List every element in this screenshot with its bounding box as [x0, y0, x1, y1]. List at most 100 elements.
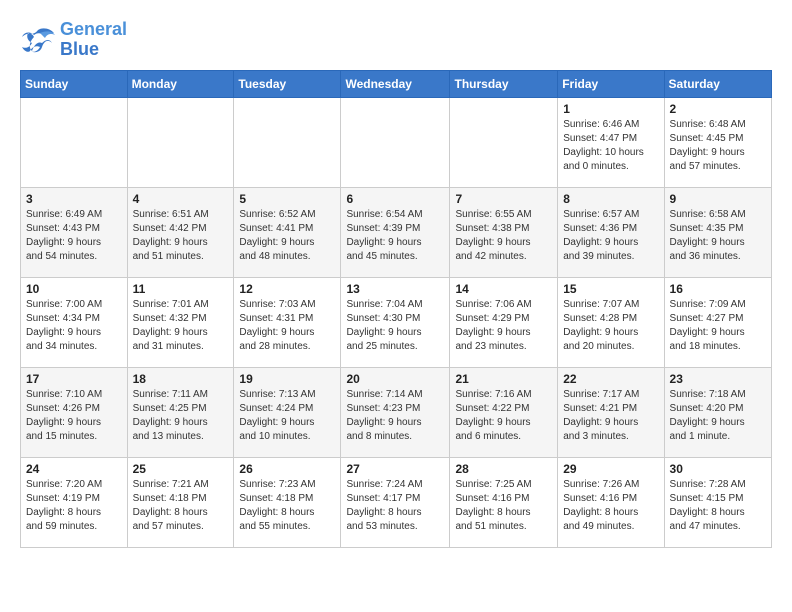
day-info: Sunrise: 6:49 AM Sunset: 4:43 PM Dayligh… — [26, 208, 122, 264]
day-info: Sunrise: 7:03 AM Sunset: 4:31 PM Dayligh… — [239, 298, 335, 354]
day-number: 10 — [26, 282, 122, 296]
calendar-cell: 11 Sunrise: 7:01 AM Sunset: 4:32 PM Dayli… — [127, 277, 234, 367]
day-number: 29 — [563, 462, 658, 476]
col-header-monday: Monday — [127, 70, 234, 97]
calendar-cell: 1 Sunrise: 6:46 AM Sunset: 4:47 PM Daylig… — [558, 97, 664, 187]
day-info: Sunrise: 6:51 AM Sunset: 4:42 PM Dayligh… — [133, 208, 229, 264]
day-number: 12 — [239, 282, 335, 296]
day-number: 24 — [26, 462, 122, 476]
logo-icon — [20, 25, 56, 55]
day-info: Sunrise: 6:55 AM Sunset: 4:38 PM Dayligh… — [455, 208, 552, 264]
day-info: Sunrise: 7:24 AM Sunset: 4:17 PM Dayligh… — [346, 478, 444, 534]
day-info: Sunrise: 6:57 AM Sunset: 4:36 PM Dayligh… — [563, 208, 658, 264]
day-number: 26 — [239, 462, 335, 476]
calendar-cell: 22Sunrise: 7:17 AM Sunset: 4:21 PM Dayli… — [558, 367, 664, 457]
col-header-friday: Friday — [558, 70, 664, 97]
calendar-cell: 26 Sunrise: 7:23 AM Sunset: 4:18 PM Dayli… — [234, 457, 341, 547]
calendar-cell: 14 Sunrise: 7:06 AM Sunset: 4:29 PM Dayli… — [450, 277, 558, 367]
day-number: 14 — [455, 282, 552, 296]
calendar-header: SundayMondayTuesdayWednesdayThursdayFrid… — [21, 70, 772, 97]
calendar-cell: 25 Sunrise: 7:21 AM Sunset: 4:18 PM Dayli… — [127, 457, 234, 547]
calendar-week-3: 10 Sunrise: 7:00 AM Sunset: 4:34 PM Dayli… — [21, 277, 772, 367]
day-info: Sunrise: 7:00 AM Sunset: 4:34 PM Dayligh… — [26, 298, 122, 354]
calendar-cell: 2 Sunrise: 6:48 AM Sunset: 4:45 PM Daylig… — [664, 97, 771, 187]
day-number: 16 — [670, 282, 766, 296]
calendar-cell: 29 Sunrise: 7:26 AM Sunset: 4:16 PM Dayli… — [558, 457, 664, 547]
day-info: Sunrise: 7:26 AM Sunset: 4:16 PM Dayligh… — [563, 478, 658, 534]
day-number: 5 — [239, 192, 335, 206]
day-info: Sunrise: 7:06 AM Sunset: 4:29 PM Dayligh… — [455, 298, 552, 354]
calendar-cell: 30 Sunrise: 7:28 AM Sunset: 4:15 PM Dayli… — [664, 457, 771, 547]
calendar-week-2: 3 Sunrise: 6:49 AM Sunset: 4:43 PM Daylig… — [21, 187, 772, 277]
day-number: 8 — [563, 192, 658, 206]
day-info: Sunrise: 7:20 AM Sunset: 4:19 PM Dayligh… — [26, 478, 122, 534]
page-header: General Blue — [20, 20, 772, 60]
day-info: Sunrise: 7:17 AM Sunset: 4:21 PM Dayligh… — [563, 388, 658, 444]
calendar-cell: 12 Sunrise: 7:03 AM Sunset: 4:31 PM Dayli… — [234, 277, 341, 367]
col-header-thursday: Thursday — [450, 70, 558, 97]
calendar-cell: 3 Sunrise: 6:49 AM Sunset: 4:43 PM Daylig… — [21, 187, 128, 277]
calendar-cell: 24 Sunrise: 7:20 AM Sunset: 4:19 PM Dayli… — [21, 457, 128, 547]
day-info: Sunrise: 6:46 AM Sunset: 4:47 PM Dayligh… — [563, 118, 658, 174]
day-number: 15 — [563, 282, 658, 296]
col-header-tuesday: Tuesday — [234, 70, 341, 97]
calendar-table: SundayMondayTuesdayWednesdayThursdayFrid… — [20, 70, 772, 548]
col-header-sunday: Sunday — [21, 70, 128, 97]
day-info: Sunrise: 7:04 AM Sunset: 4:30 PM Dayligh… — [346, 298, 444, 354]
calendar-cell: 16Sunrise: 7:09 AM Sunset: 4:27 PM Dayli… — [664, 277, 771, 367]
day-info: Sunrise: 6:52 AM Sunset: 4:41 PM Dayligh… — [239, 208, 335, 264]
day-number: 9 — [670, 192, 766, 206]
day-info: Sunrise: 6:58 AM Sunset: 4:35 PM Dayligh… — [670, 208, 766, 264]
calendar-cell: 13Sunrise: 7:04 AM Sunset: 4:30 PM Dayli… — [341, 277, 450, 367]
day-number: 28 — [455, 462, 552, 476]
day-number: 2 — [670, 102, 766, 116]
calendar-cell — [127, 97, 234, 187]
calendar-week-4: 17 Sunrise: 7:10 AM Sunset: 4:26 PM Dayli… — [21, 367, 772, 457]
calendar-cell: 9 Sunrise: 6:58 AM Sunset: 4:35 PM Daylig… — [664, 187, 771, 277]
day-number: 21 — [455, 372, 552, 386]
logo-text: General Blue — [60, 20, 127, 60]
day-number: 4 — [133, 192, 229, 206]
calendar-cell: 20 Sunrise: 7:14 AM Sunset: 4:23 PM Dayli… — [341, 367, 450, 457]
calendar-cell: 27Sunrise: 7:24 AM Sunset: 4:17 PM Dayli… — [341, 457, 450, 547]
calendar-cell: 28 Sunrise: 7:25 AM Sunset: 4:16 PM Dayli… — [450, 457, 558, 547]
day-info: Sunrise: 7:23 AM Sunset: 4:18 PM Dayligh… — [239, 478, 335, 534]
day-number: 3 — [26, 192, 122, 206]
day-number: 7 — [455, 192, 552, 206]
day-info: Sunrise: 7:14 AM Sunset: 4:23 PM Dayligh… — [346, 388, 444, 444]
day-info: Sunrise: 6:54 AM Sunset: 4:39 PM Dayligh… — [346, 208, 444, 264]
day-number: 11 — [133, 282, 229, 296]
day-number: 20 — [346, 372, 444, 386]
day-number: 6 — [346, 192, 444, 206]
day-info: Sunrise: 7:10 AM Sunset: 4:26 PM Dayligh… — [26, 388, 122, 444]
calendar-cell — [450, 97, 558, 187]
day-info: Sunrise: 7:21 AM Sunset: 4:18 PM Dayligh… — [133, 478, 229, 534]
day-number: 25 — [133, 462, 229, 476]
day-number: 30 — [670, 462, 766, 476]
calendar-cell: 15Sunrise: 7:07 AM Sunset: 4:28 PM Dayli… — [558, 277, 664, 367]
calendar-week-1: 1 Sunrise: 6:46 AM Sunset: 4:47 PM Daylig… — [21, 97, 772, 187]
day-info: Sunrise: 7:11 AM Sunset: 4:25 PM Dayligh… — [133, 388, 229, 444]
calendar-cell: 8 Sunrise: 6:57 AM Sunset: 4:36 PM Daylig… — [558, 187, 664, 277]
day-info: Sunrise: 6:48 AM Sunset: 4:45 PM Dayligh… — [670, 118, 766, 174]
calendar-cell — [341, 97, 450, 187]
calendar-cell: 18 Sunrise: 7:11 AM Sunset: 4:25 PM Dayli… — [127, 367, 234, 457]
day-number: 19 — [239, 372, 335, 386]
logo: General Blue — [20, 20, 127, 60]
calendar-cell: 6 Sunrise: 6:54 AM Sunset: 4:39 PM Daylig… — [341, 187, 450, 277]
calendar-cell — [234, 97, 341, 187]
col-header-wednesday: Wednesday — [341, 70, 450, 97]
day-info: Sunrise: 7:28 AM Sunset: 4:15 PM Dayligh… — [670, 478, 766, 534]
calendar-cell: 19Sunrise: 7:13 AM Sunset: 4:24 PM Dayli… — [234, 367, 341, 457]
calendar-cell: 23Sunrise: 7:18 AM Sunset: 4:20 PM Dayli… — [664, 367, 771, 457]
day-info: Sunrise: 7:01 AM Sunset: 4:32 PM Dayligh… — [133, 298, 229, 354]
day-number: 17 — [26, 372, 122, 386]
calendar-cell: 17 Sunrise: 7:10 AM Sunset: 4:26 PM Dayli… — [21, 367, 128, 457]
day-info: Sunrise: 7:25 AM Sunset: 4:16 PM Dayligh… — [455, 478, 552, 534]
calendar-cell: 5 Sunrise: 6:52 AM Sunset: 4:41 PM Daylig… — [234, 187, 341, 277]
calendar-cell: 21Sunrise: 7:16 AM Sunset: 4:22 PM Dayli… — [450, 367, 558, 457]
day-number: 18 — [133, 372, 229, 386]
calendar-cell: 4 Sunrise: 6:51 AM Sunset: 4:42 PM Daylig… — [127, 187, 234, 277]
day-number: 1 — [563, 102, 658, 116]
day-info: Sunrise: 7:18 AM Sunset: 4:20 PM Dayligh… — [670, 388, 766, 444]
